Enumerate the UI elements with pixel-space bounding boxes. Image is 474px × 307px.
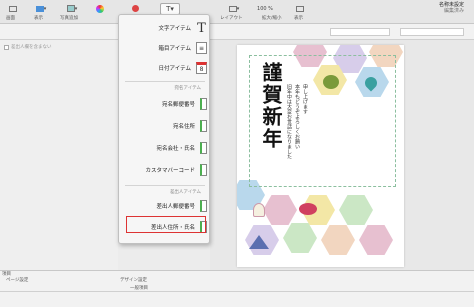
- kagami-mochi-motif: [253, 203, 265, 217]
- checkbox[interactable]: [4, 44, 9, 50]
- pattern-hex: [263, 195, 297, 225]
- menu-separator: [125, 81, 205, 82]
- size-select[interactable]: [400, 28, 464, 36]
- bottom-tab-page-setup[interactable]: ページ設定: [6, 277, 28, 283]
- color-icon: [96, 4, 104, 13]
- card-message-line[interactable]: 申し上げます: [302, 84, 308, 164]
- menu-item-address[interactable]: 宛名住所: [119, 117, 211, 135]
- layout-label: レイアウト: [220, 16, 243, 21]
- menu-item-date[interactable]: 日付アイテム 8: [119, 59, 211, 77]
- format-bar: [0, 24, 474, 40]
- left-panel: 差出人欄を含まない: [0, 40, 118, 270]
- document-title: 名称未設定 編集済み: [439, 2, 464, 14]
- show-label: 表示: [294, 16, 303, 21]
- bottom-panel: 項目 ページ設定 デザイン設定 一般項目: [0, 270, 474, 307]
- photo-add-label: 写真追加: [60, 16, 78, 21]
- display-label: 表示: [34, 16, 43, 21]
- zoom-label: 拡大/縮小: [262, 16, 282, 21]
- menu-item-company-name[interactable]: 宛名会社・氏名: [119, 139, 211, 157]
- pattern-hex: [321, 225, 355, 255]
- bottom-tab-design[interactable]: デザイン設定: [120, 277, 147, 283]
- fish-motif: [299, 203, 317, 215]
- pattern-hex: [339, 195, 373, 225]
- zoom-button[interactable]: 100 %: [256, 3, 274, 14]
- view-button[interactable]: [2, 3, 24, 14]
- name-icon: [200, 142, 207, 154]
- pattern-hex: [283, 223, 317, 253]
- postal-code-icon: [200, 98, 207, 110]
- sender-postal-icon: [200, 200, 207, 212]
- pattern-hex: [359, 225, 393, 255]
- menu-item-box[interactable]: 箱目アイテム ≡: [119, 39, 211, 57]
- toolbar: 画面 ▾ 表示 ▾ 写真追加 T ▾ ▾ レイアウト 100 % 拡大/縮小 表示…: [0, 0, 474, 24]
- address-icon: [200, 120, 207, 132]
- barcode-icon: [200, 164, 207, 176]
- color-button[interactable]: [94, 3, 106, 14]
- box-grid-icon: ≡: [196, 42, 207, 54]
- display-button[interactable]: ▾: [30, 3, 52, 14]
- stamp-button[interactable]: [128, 3, 142, 14]
- stamp-icon: [131, 5, 139, 12]
- mountain-motif: [249, 235, 269, 249]
- divider: [0, 291, 474, 292]
- text-icon: T: [197, 20, 206, 36]
- exclude-sender-check-1[interactable]: 差出人欄を含まない: [4, 44, 52, 50]
- layout-button[interactable]: ▾: [224, 3, 244, 14]
- menu-item-barcode[interactable]: カスタマバーコード: [119, 161, 211, 179]
- card-message-line[interactable]: 旧年中は大変お世話になりました: [286, 84, 292, 164]
- photo-add-button[interactable]: ▾: [60, 3, 84, 14]
- insert-item-menu: 文字アイテム T 箱目アイテム ≡ 日付アイテム 8 宛名アイテム 宛名郵便番号…: [118, 14, 210, 244]
- card-greeting-title[interactable]: 謹賀新年: [258, 62, 284, 150]
- selection-highlight: [126, 216, 206, 233]
- view-label: 画面: [6, 16, 15, 21]
- menu-item-sender-postal[interactable]: 差出人郵便番号: [119, 197, 211, 215]
- font-select[interactable]: [330, 28, 390, 36]
- menu-section-address: 宛名アイテム: [174, 86, 201, 91]
- menu-item-text[interactable]: 文字アイテム T: [119, 19, 211, 37]
- show-button[interactable]: [292, 3, 308, 14]
- menu-section-sender: 差出人アイテム: [169, 190, 201, 195]
- doc-subtitle-text: 編集済み: [443, 8, 464, 14]
- text-icon: T: [166, 5, 171, 13]
- card-message-line[interactable]: 本年もどうぞよろしくお願い: [294, 84, 300, 164]
- menu-separator: [125, 185, 205, 186]
- calendar-icon: 8: [196, 62, 207, 74]
- menu-item-postal-code[interactable]: 宛名郵便番号: [119, 95, 211, 113]
